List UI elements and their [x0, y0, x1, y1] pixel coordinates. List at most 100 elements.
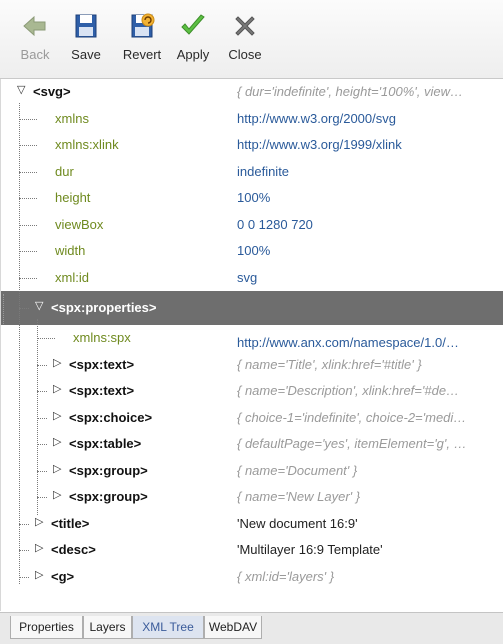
- tree-connector: [19, 198, 37, 199]
- tree-guide-line: [19, 103, 20, 584]
- panel-tabs: Properties Layers XML Tree WebDAV: [0, 612, 503, 644]
- element-summary: { choice-1='indefinite', choice-2='medi…: [237, 409, 467, 425]
- element-summary: { name='New Layer' }: [237, 489, 361, 504]
- tree-connector: [19, 576, 29, 578]
- tree-connector: [37, 391, 47, 392]
- revert-label: Revert: [122, 47, 162, 62]
- tree-connector: [19, 523, 29, 525]
- tree-element-row[interactable]: ▷ <spx:group> { name='New Layer' }: [1, 484, 503, 510]
- back-button[interactable]: Back: [10, 12, 60, 72]
- tree-element-row[interactable]: ▽ <svg> { dur='indefinite', height='100%',…: [1, 79, 503, 105]
- element-summary: { xml:id='layers' }: [237, 568, 335, 584]
- attribute-name: height: [55, 190, 91, 205]
- apply-label: Apply: [176, 47, 210, 62]
- collapse-toggle-icon[interactable]: ▽: [17, 83, 25, 96]
- tree-attribute-row[interactable]: xml:id svg: [1, 265, 503, 291]
- expand-toggle-icon[interactable]: ▷: [53, 409, 61, 422]
- element-summary: { name='Description', xlink:href='#de…: [237, 383, 460, 398]
- tree-attribute-row[interactable]: viewBox 0 0 1280 720: [1, 212, 503, 238]
- tree-element-row[interactable]: ▷ <g> { xml:id='layers' }: [1, 564, 503, 590]
- back-label: Back: [20, 47, 50, 62]
- close-label: Close: [228, 47, 262, 62]
- tab-webdav[interactable]: WebDAV: [204, 616, 262, 639]
- save-label: Save: [71, 47, 101, 62]
- tree-attribute-row[interactable]: xmlns:spx http://www.anx.com/namespace/1.…: [1, 325, 503, 351]
- tree-element-row[interactable]: ▽ <spx:properties>: [1, 291, 503, 325]
- tree-element-row[interactable]: ▷ <title> 'New document 16:9': [1, 511, 503, 537]
- tree-element-row[interactable]: ▷ <spx:text> { name='Title', xlink:href='#…: [1, 352, 503, 378]
- element-name: <title>: [51, 515, 90, 531]
- tree-connector: [19, 118, 37, 120]
- element-summary: { defaultPage='yes', itemElement='g', …: [237, 436, 467, 451]
- attribute-name: xmlns:spx: [73, 330, 131, 345]
- attribute-name: viewBox: [55, 216, 104, 232]
- expand-toggle-icon[interactable]: ▷: [53, 435, 61, 448]
- tree-attribute-row[interactable]: dur indefinite: [1, 159, 503, 185]
- attribute-name: dur: [55, 163, 74, 179]
- expand-toggle-icon[interactable]: ▷: [53, 382, 61, 395]
- element-name: <g>: [51, 568, 75, 584]
- expand-toggle-icon[interactable]: ▷: [35, 568, 43, 581]
- attribute-value: http://www.w3.org/2000/svg: [237, 110, 396, 126]
- expand-toggle-icon[interactable]: ▷: [53, 356, 61, 369]
- attribute-value: indefinite: [237, 163, 290, 179]
- tab-properties[interactable]: Properties: [10, 616, 83, 639]
- floppy-disk-icon: [75, 14, 97, 38]
- tree-connector: [19, 224, 37, 226]
- tree-connector: [37, 444, 47, 445]
- tab-xml-tree[interactable]: XML Tree: [132, 616, 204, 639]
- expand-toggle-icon[interactable]: ▷: [35, 541, 43, 554]
- attribute-value: svg: [237, 269, 258, 285]
- tree-element-row[interactable]: ▷ <spx:text> { name='Description', xlink:h…: [1, 378, 503, 404]
- tree-connector: [37, 364, 47, 366]
- tree-attribute-row[interactable]: height 100%: [1, 185, 503, 211]
- close-button[interactable]: Close: [220, 12, 270, 72]
- attribute-value: 0 0 1280 720: [237, 216, 313, 232]
- tree-connector: [37, 497, 47, 498]
- tree-connector: [19, 171, 37, 173]
- element-summary: { dur='indefinite', height='100%', view…: [237, 84, 464, 99]
- tree-attribute-row[interactable]: xmlns http://www.w3.org/2000/svg: [1, 106, 503, 132]
- tree-attribute-row[interactable]: xmlns:xlink http://www.w3.org/1999/xlink: [1, 132, 503, 158]
- element-name: <svg>: [33, 84, 71, 99]
- expand-toggle-icon[interactable]: ▷: [35, 515, 43, 528]
- tree-attribute-row[interactable]: width 100%: [1, 238, 503, 264]
- tree-connector: [37, 470, 47, 472]
- resize-grip[interactable]: [3, 294, 6, 324]
- attribute-value: http://www.anx.com/namespace/1.0/…: [237, 335, 459, 350]
- element-summary: 'Multilayer 16:9 Template': [237, 542, 383, 557]
- revert-button[interactable]: Revert: [117, 12, 167, 72]
- tree-connector: [19, 308, 29, 309]
- tree-connector: [19, 550, 29, 551]
- tree-connector: [19, 277, 37, 279]
- element-name: <spx:group>: [69, 489, 148, 504]
- xml-tree[interactable]: ▽ <svg> { dur='indefinite', height='100%',…: [0, 79, 503, 611]
- expand-toggle-icon[interactable]: ▷: [53, 462, 61, 475]
- attribute-name: width: [55, 243, 86, 258]
- tree-connector: [37, 338, 55, 339]
- tree-connector: [19, 145, 37, 146]
- expand-toggle-icon[interactable]: ▷: [53, 488, 61, 501]
- element-name: <spx:text>: [69, 383, 135, 398]
- apply-button[interactable]: Apply: [168, 12, 218, 72]
- tree-guide-line: [37, 319, 38, 515]
- close-x-icon: [235, 16, 255, 36]
- attribute-value: 100%: [237, 243, 271, 258]
- tree-element-row[interactable]: ▷ <desc> 'Multilayer 16:9 Template': [1, 537, 503, 563]
- collapse-toggle-icon[interactable]: ▽: [35, 299, 43, 312]
- tree-element-row[interactable]: ▷ <spx:group> { name='Document' }: [1, 458, 503, 484]
- attribute-value: http://www.w3.org/1999/xlink: [237, 137, 402, 152]
- element-name: <desc>: [51, 542, 96, 557]
- element-name: <spx:text>: [69, 356, 135, 372]
- back-arrow-icon: [23, 15, 46, 37]
- element-name: <spx:choice>: [69, 409, 153, 425]
- save-button[interactable]: Save: [61, 12, 111, 72]
- tree-element-row[interactable]: ▷ <spx:table> { defaultPage='yes', itemEle…: [1, 431, 503, 457]
- attribute-name: xmlns: [55, 110, 89, 126]
- tree-element-row[interactable]: ▷ <spx:choice> { choice-1='indefinite', ch…: [1, 405, 503, 431]
- attribute-name: xml:id: [55, 269, 89, 285]
- tree-connector: [37, 417, 47, 419]
- element-name: <spx:properties>: [51, 300, 157, 315]
- toolbar: Back Save Revert Apply Close: [0, 0, 503, 79]
- tab-layers[interactable]: Layers: [83, 616, 132, 639]
